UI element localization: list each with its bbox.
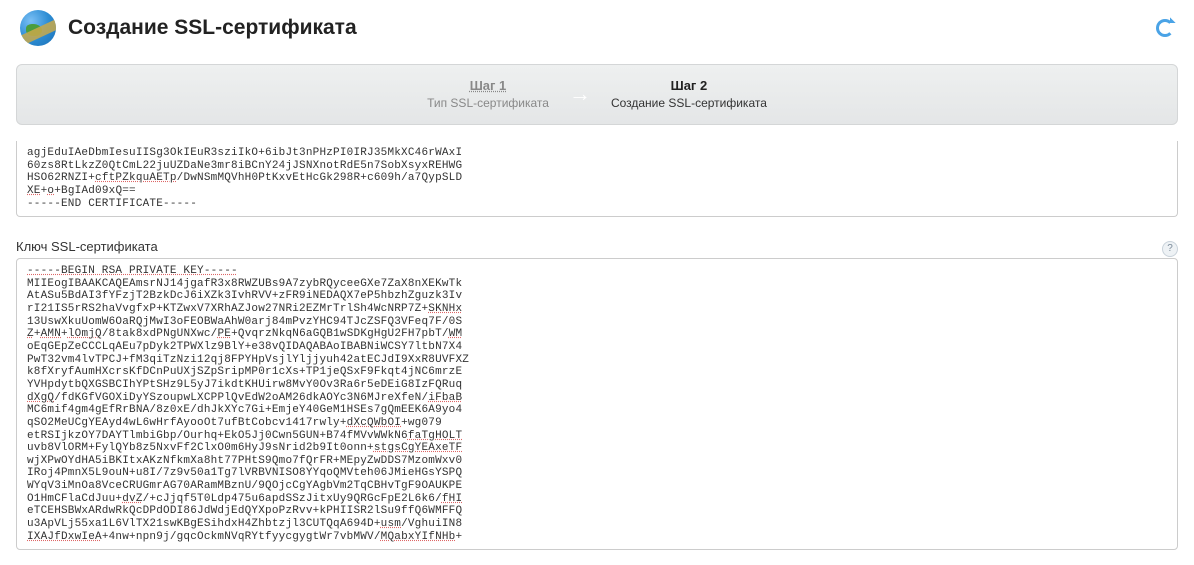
page-title: Создание SSL-сертификата [68, 16, 357, 40]
step-2-title: Шаг 2 [611, 77, 767, 95]
refresh-icon[interactable] [1156, 19, 1174, 37]
key-label-row: Ключ SSL-сертификата ? [16, 239, 1178, 258]
help-icon[interactable]: ? [1162, 241, 1178, 257]
header-left: Создание SSL-сертификата [20, 10, 357, 46]
step-2: Шаг 2 Создание SSL-сертификата [611, 77, 767, 112]
content-area: agjEduIAeDbmIesuIISg3OkIEuR3sziIkO+6ibJt… [0, 141, 1194, 550]
page-header: Создание SSL-сертификата [0, 0, 1194, 56]
certificate-textarea[interactable]: agjEduIAeDbmIesuIISg3OkIEuR3sziIkO+6ibJt… [16, 141, 1178, 217]
globe-icon [20, 10, 56, 46]
step-1-title: Шаг 1 [427, 77, 549, 95]
key-section-label: Ключ SSL-сертификата [16, 239, 158, 254]
arrow-icon: → [569, 81, 591, 107]
private-key-textarea[interactable]: -----BEGIN RSA PRIVATE KEY----- MIIEogIB… [16, 258, 1178, 550]
step-1[interactable]: Шаг 1 Тип SSL-сертификата [427, 77, 549, 112]
step-1-subtitle: Тип SSL-сертификата [427, 95, 549, 112]
stepper: Шаг 1 Тип SSL-сертификата → Шаг 2 Создан… [16, 64, 1178, 125]
step-2-subtitle: Создание SSL-сертификата [611, 95, 767, 112]
